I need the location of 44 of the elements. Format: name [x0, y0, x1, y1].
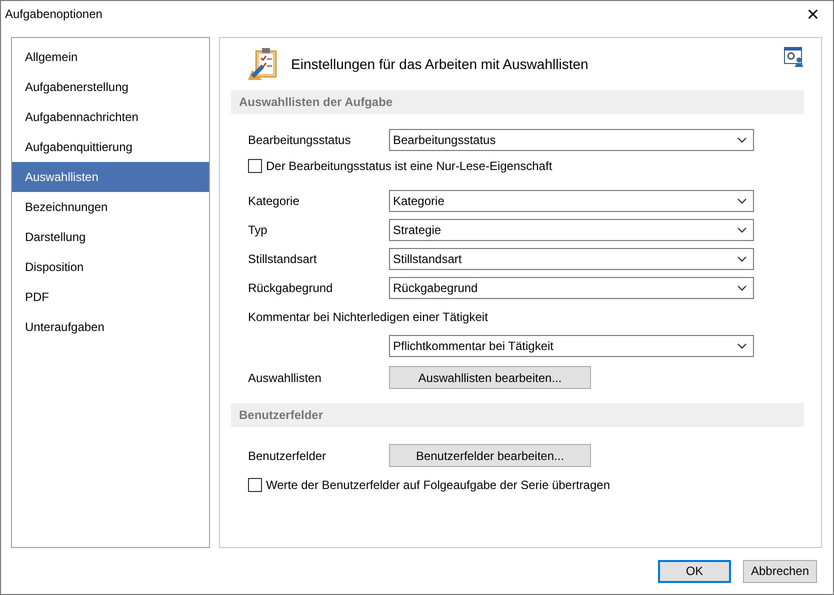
sidebar-item[interactable]: Disposition	[12, 252, 209, 282]
checkbox-label: Werte der Benutzerfelder auf Folgeaufgabe der Serie übertragen	[266, 478, 610, 492]
dialog-button[interactable]: Abbrechen	[743, 560, 817, 582]
sidebar-item[interactable]: Bezeichnungen	[12, 192, 209, 222]
sidebar-item[interactable]: PDF	[12, 282, 209, 312]
section-header: Auswahllisten der Aufgabe	[231, 90, 804, 114]
dropdown[interactable]: Pflichtkommentar bei Tätigkeit	[389, 334, 754, 356]
checkbox[interactable]	[248, 159, 262, 173]
dialog-button[interactable]: OK	[658, 560, 731, 582]
checkbox[interactable]	[248, 478, 262, 492]
chevron-down-icon	[737, 284, 747, 290]
window-title: Aufgabenoptionen	[5, 7, 102, 21]
dropdown[interactable]: Rückgabegrund	[389, 276, 754, 298]
sidebar-item[interactable]: Auswahllisten	[12, 162, 209, 192]
chevron-down-icon	[737, 256, 747, 262]
sidebar-item[interactable]: Aufgabenquittierung	[12, 132, 209, 162]
checkbox-label: Der Bearbeitungsstatus ist eine Nur-Lese-Eigenschaft	[266, 159, 552, 173]
dropdown[interactable]: Bearbeitungsstatus	[389, 128, 754, 150]
sidebar-item[interactable]: Allgemein	[12, 42, 209, 72]
dropdown[interactable]: Kategorie	[389, 190, 754, 212]
chevron-down-icon	[737, 198, 747, 204]
sidebar-item[interactable]: Unteraufgaben	[12, 312, 209, 342]
edit-button[interactable]: Auswahllisten bearbeiten...	[389, 366, 591, 389]
close-button[interactable]: ✕	[793, 1, 833, 27]
sidebar-item[interactable]: Aufgabennachrichten	[12, 102, 209, 132]
field-label: Stillstandsart	[248, 252, 318, 266]
settings-user-icon[interactable]	[784, 47, 804, 67]
field-label: Benutzerfelder	[248, 448, 328, 462]
sidebar-item[interactable]: Aufgabenerstellung	[12, 72, 209, 102]
chevron-down-icon	[737, 226, 747, 232]
dropdown[interactable]: Stillstandsart	[389, 248, 754, 270]
chevron-down-icon	[737, 342, 747, 348]
field-label: Kategorie	[248, 194, 300, 208]
panel-heading: Einstellungen für das Arbeiten mit Auswahllisten	[291, 56, 588, 72]
chevron-down-icon	[737, 136, 747, 142]
field-label: Typ	[248, 222, 268, 236]
field-label: Bearbeitungsstatus	[248, 132, 352, 146]
edit-button[interactable]: Benutzerfelder bearbeiten...	[389, 444, 591, 467]
field-label: Kommentar bei Nichterledigen einer Tätigkeit	[248, 310, 488, 324]
section-header: Benutzerfelder	[231, 403, 804, 427]
sidebar-item[interactable]: Darstellung	[12, 222, 209, 252]
field-label: Auswahllisten	[248, 370, 322, 384]
dropdown[interactable]: Strategie	[389, 218, 754, 240]
field-label: Rückgabegrund	[248, 280, 334, 294]
